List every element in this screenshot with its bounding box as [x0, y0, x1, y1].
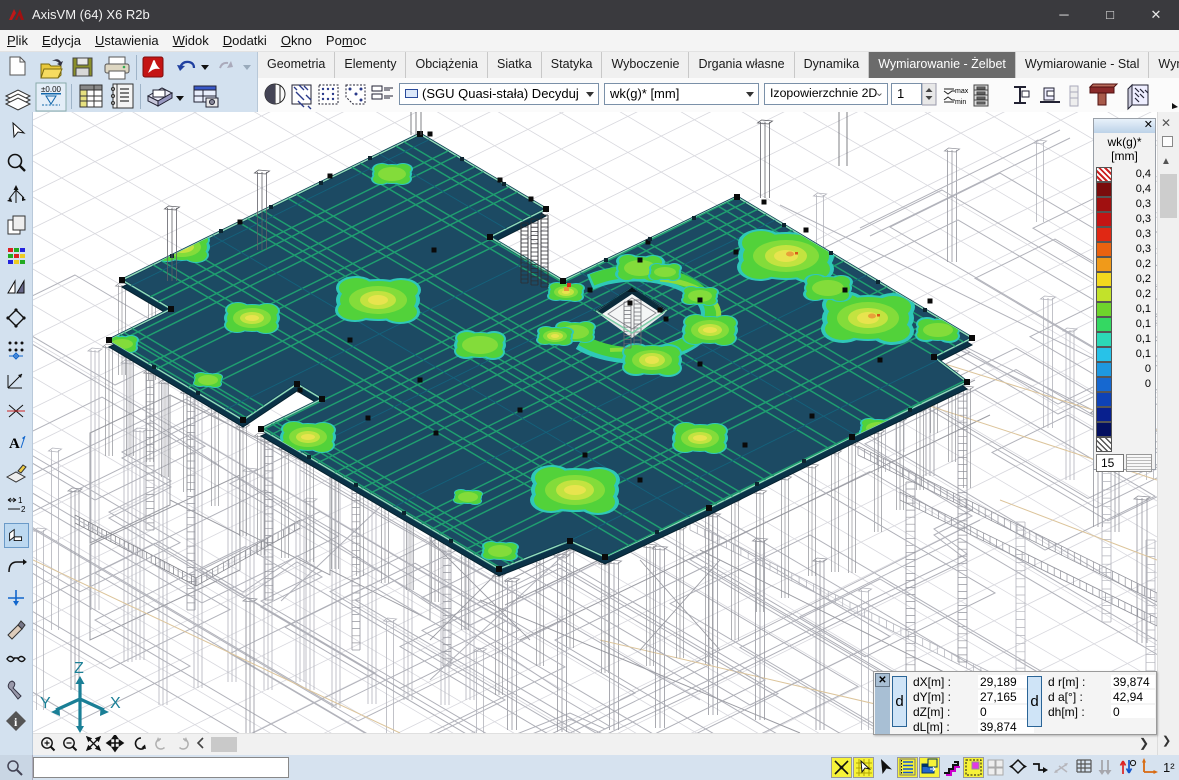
- svg-text:2: 2: [21, 505, 26, 514]
- svg-text:1: 1: [18, 496, 23, 505]
- svg-text:1²: 1²: [1163, 760, 1175, 775]
- svg-text:±0.00: ±0.00: [41, 85, 62, 94]
- svg-text:Z: Z: [74, 660, 84, 677]
- svg-text:A: A: [9, 436, 20, 452]
- svg-text:min: min: [955, 99, 966, 106]
- svg-text:max: max: [955, 88, 969, 95]
- svg-text:Y: Y: [40, 695, 51, 712]
- svg-text:X: X: [110, 695, 121, 712]
